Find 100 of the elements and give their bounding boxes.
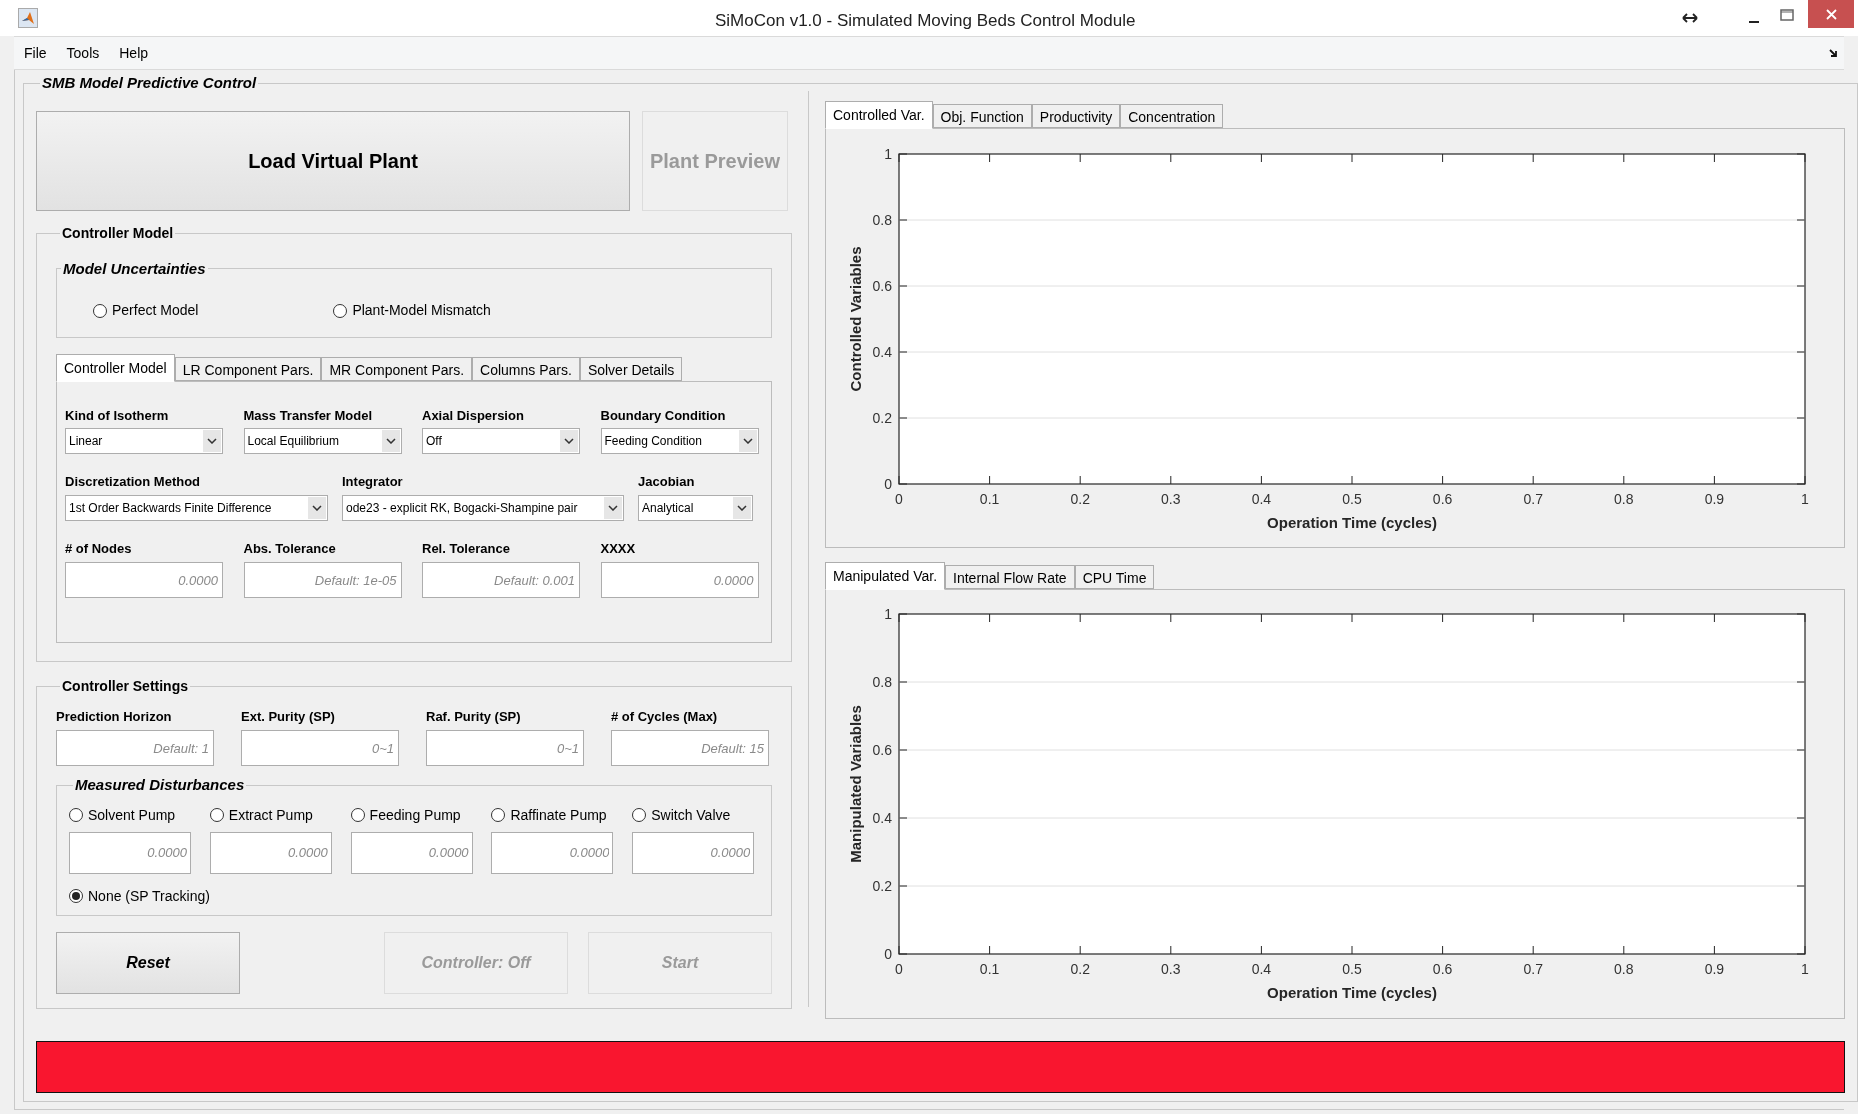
group-title: SMB Model Predictive Control	[41, 73, 258, 93]
tick-label: 0.2	[872, 409, 892, 426]
input-field[interactable]: 0~1	[241, 730, 399, 766]
push-button[interactable]: Reset	[56, 931, 240, 994]
tick-label: 0	[884, 475, 892, 492]
tab[interactable]: Controlled Var.	[825, 100, 933, 129]
tick-label: 0.7	[1523, 490, 1543, 507]
caret-icon	[560, 430, 578, 452]
input-field[interactable]: Default: 1e-05	[243, 562, 402, 598]
dropdown[interactable]: Analytical	[638, 494, 753, 521]
maximize-icon[interactable]	[1780, 9, 1794, 21]
field-label: Integrator	[342, 473, 404, 491]
tick-label: 0.1	[979, 960, 1000, 977]
tick-label: 1	[884, 145, 892, 162]
input-field[interactable]: 0.0000	[65, 562, 223, 598]
field-label: XXXX	[600, 539, 637, 558]
tick-label: 0.3	[1161, 490, 1181, 507]
tab[interactable]: Manipulated Var.	[825, 561, 946, 590]
tick-label: 0.2	[1070, 960, 1090, 977]
field-label: # of Nodes	[65, 539, 133, 558]
tab[interactable]: Internal Flow Rate	[945, 564, 1075, 589]
close-button[interactable]	[1808, 0, 1854, 28]
radio-option[interactable]: Feeding Pump	[350, 804, 478, 826]
tab[interactable]: Controller Model	[56, 353, 175, 382]
tick-label: 0.5	[1342, 490, 1362, 507]
input-field[interactable]: 0.0000	[600, 562, 759, 598]
radio-option[interactable]: Switch Valve	[632, 804, 759, 826]
dropdown[interactable]: Local Equilibrium	[243, 428, 402, 454]
input-field[interactable]: 0.0000	[209, 831, 332, 874]
tab[interactable]: Columns Pars.	[472, 356, 580, 381]
input-field[interactable]: 0~1	[426, 730, 584, 766]
input-field[interactable]: 0.0000	[632, 831, 755, 874]
input-field[interactable]: Default: 15	[611, 730, 769, 766]
field-label: Raf. Purity (SP)	[426, 707, 522, 726]
dropdown[interactable]: ode23 - explicit RK, Bogacki-Shampine pair	[342, 494, 624, 521]
resize-icon[interactable]	[1682, 13, 1698, 23]
tab[interactable]: Concentration	[1120, 103, 1224, 128]
tick-label: 0.8	[1614, 490, 1634, 507]
tick-label: 0.4	[1251, 960, 1272, 977]
group-title: Model Uncertainties	[62, 258, 207, 279]
input-field[interactable]: Default: 0.001	[422, 562, 580, 598]
radio-option[interactable]: Solvent Pump	[69, 804, 196, 826]
dropdown[interactable]: Feeding Condition	[600, 428, 759, 454]
tick-label: 0.4	[872, 343, 892, 360]
radio-option[interactable]: Extract Pump	[209, 804, 337, 826]
tab[interactable]: MR Component Pars.	[321, 356, 473, 381]
field-label: Mass Transfer Model	[243, 406, 374, 425]
tick-label: 0.6	[872, 277, 892, 294]
tick-label: 0	[895, 490, 903, 507]
menu-item[interactable]: Tools	[56, 42, 110, 64]
field-label: Kind of Isotherm	[65, 406, 170, 425]
tick-label: 0.4	[1251, 490, 1272, 507]
radio-option[interactable]: Perfect Model	[93, 300, 199, 321]
input-field[interactable]: Default: 1	[56, 730, 214, 766]
field-label: Prediction Horizon	[56, 707, 173, 726]
push-button[interactable]: Load Virtual Plant	[36, 110, 630, 211]
input-field[interactable]: 0.0000	[350, 831, 473, 874]
input-field[interactable]: 0.0000	[491, 831, 614, 874]
y-axis-label: Controlled Variables	[847, 246, 864, 391]
menu-item[interactable]: File	[14, 42, 57, 64]
input-field[interactable]: 0.0000	[69, 831, 191, 874]
dropdown[interactable]: 1st Order Backwards Finite Difference	[65, 494, 328, 521]
tick-label: 0.8	[1614, 960, 1634, 977]
caret-icon	[203, 430, 221, 452]
tick-label: 1	[1801, 960, 1809, 977]
tick-label: 1	[1801, 490, 1809, 507]
tick-label: 0.9	[1704, 960, 1725, 977]
radio-option[interactable]: Raffinate Pump	[491, 804, 619, 826]
caret-icon	[381, 430, 400, 452]
tick-label: 0.7	[1523, 960, 1543, 977]
tab[interactable]: Productivity	[1031, 103, 1121, 128]
tab[interactable]: Obj. Function	[932, 103, 1032, 128]
group-title: Controller Settings	[61, 676, 189, 696]
tick-label: 0.2	[872, 877, 892, 894]
tick-label: 0.2	[1070, 490, 1090, 507]
radio-option[interactable]: Plant-Model Mismatch	[333, 300, 491, 321]
tick-label: 0.6	[872, 741, 892, 758]
tick-label: 0.9	[1704, 490, 1725, 507]
tick-label: 0.8	[872, 673, 892, 690]
field-label: Jacobian	[638, 473, 696, 491]
group-title: Measured Disturbances	[74, 775, 246, 795]
tab[interactable]: CPU Time	[1074, 564, 1155, 589]
tab[interactable]: Solver Details	[579, 356, 683, 381]
x-axis-label: Operation Time (cycles)	[1267, 983, 1437, 1001]
caret-icon	[308, 496, 326, 519]
tick-label: 0	[884, 945, 892, 962]
radio-option[interactable]: None (SP Tracking)	[69, 885, 759, 907]
dock-arrow-icon[interactable]	[1829, 48, 1838, 58]
window-title: SiMoCon v1.0 - Simulated Moving Beds Control Module	[715, 10, 1136, 32]
tick-label: 0.8	[872, 211, 892, 228]
tick-label: 0.3	[1161, 960, 1181, 977]
tick-label: 0.4	[872, 809, 892, 826]
dropdown[interactable]: Linear	[65, 428, 223, 454]
menu-item[interactable]: Help	[109, 42, 159, 64]
field-label: Discretization Method	[65, 473, 202, 491]
app-icon	[18, 8, 38, 28]
dropdown[interactable]: Off	[422, 428, 580, 454]
tab[interactable]: LR Component Pars.	[174, 356, 322, 381]
field-label: Abs. Tolerance	[243, 539, 337, 558]
caret-icon	[604, 496, 622, 519]
